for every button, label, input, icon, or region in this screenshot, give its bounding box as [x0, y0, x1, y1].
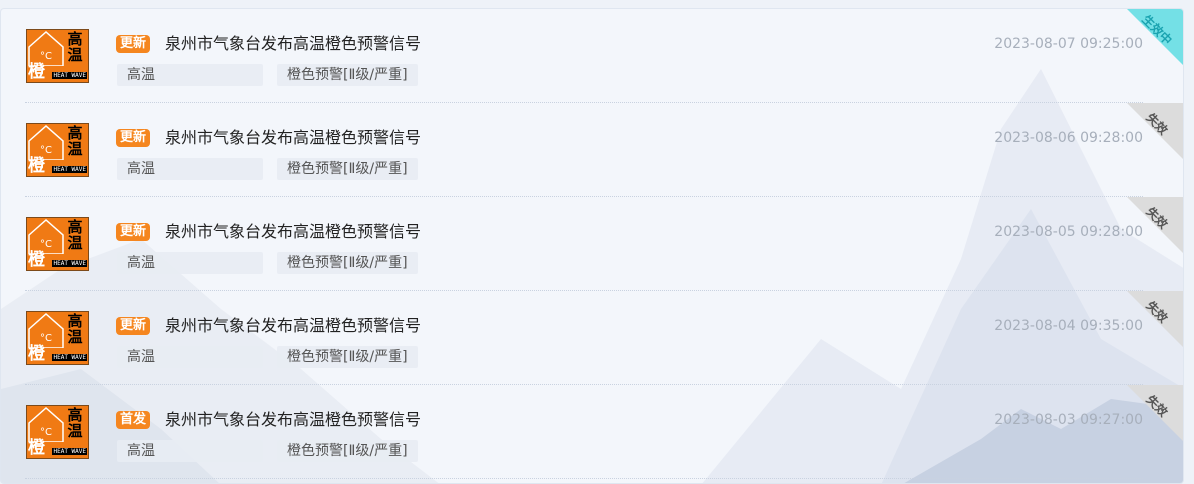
- thermometer-house-icon: °C: [28, 30, 64, 66]
- warning-level-text: 橙色预警[Ⅱ级/严重]: [277, 158, 418, 180]
- warning-level-label: 橙: [28, 62, 45, 82]
- warning-type-label: 高温: [67, 30, 83, 64]
- warning-list-item[interactable]: °C 高温 橙 HEAT WAVE 更新 泉州市气象台发布高温橙色预警信号 高温…: [25, 9, 1183, 103]
- warning-level-label: 橙: [28, 438, 45, 458]
- orange-heat-wave-warning-icon: °C 高温 橙 HEAT WAVE: [26, 123, 89, 177]
- status-badge: 更新: [116, 129, 151, 147]
- warning-type-label: 高温: [67, 406, 83, 440]
- svg-text:°C: °C: [40, 51, 52, 62]
- warning-list: °C 高温 橙 HEAT WAVE 更新 泉州市气象台发布高温橙色预警信号 高温…: [1, 9, 1183, 479]
- warning-time: 2023-08-05 09:28:00: [994, 224, 1143, 240]
- warning-type-label: 高温: [67, 312, 83, 346]
- warning-category: 高温: [117, 440, 263, 462]
- warning-title[interactable]: 泉州市气象台发布高温橙色预警信号: [165, 127, 421, 149]
- warning-english-label: HEAT WAVE: [52, 166, 87, 173]
- warning-list-item[interactable]: °C 高温 橙 HEAT WAVE 首发 泉州市气象台发布高温橙色预警信号 高温…: [25, 385, 1183, 479]
- warning-english-label: HEAT WAVE: [52, 260, 87, 267]
- status-badge: 更新: [116, 317, 151, 335]
- warning-time: 2023-08-06 09:28:00: [994, 130, 1143, 146]
- warning-title[interactable]: 泉州市气象台发布高温橙色预警信号: [165, 33, 421, 55]
- validity-ribbon: 失效: [1127, 385, 1183, 441]
- warning-english-label: HEAT WAVE: [52, 448, 87, 455]
- status-badge: 首发: [116, 411, 151, 429]
- warning-level-text: 橙色预警[Ⅱ级/严重]: [277, 440, 418, 462]
- validity-ribbon: 失效: [1127, 197, 1183, 253]
- warning-level-text: 橙色预警[Ⅱ级/严重]: [277, 346, 418, 368]
- validity-ribbon: 失效: [1127, 291, 1183, 347]
- warning-list-item[interactable]: °C 高温 橙 HEAT WAVE 更新 泉州市气象台发布高温橙色预警信号 高温…: [25, 291, 1183, 385]
- warning-type-label: 高温: [67, 124, 83, 158]
- svg-text:°C: °C: [40, 239, 52, 250]
- validity-ribbon: 失效: [1127, 103, 1183, 159]
- status-badge: 更新: [116, 35, 151, 53]
- warning-title[interactable]: 泉州市气象台发布高温橙色预警信号: [165, 409, 421, 431]
- warning-time: 2023-08-04 09:35:00: [994, 318, 1143, 334]
- warning-title[interactable]: 泉州市气象台发布高温橙色预警信号: [165, 315, 421, 337]
- svg-text:°C: °C: [40, 427, 52, 438]
- svg-text:°C: °C: [40, 145, 52, 156]
- status-badge: 更新: [116, 223, 151, 241]
- warning-category: 高温: [117, 252, 263, 274]
- warning-level-label: 橙: [28, 250, 45, 270]
- thermometer-house-icon: °C: [28, 406, 64, 442]
- warning-level-label: 橙: [28, 156, 45, 176]
- warning-category: 高温: [117, 158, 263, 180]
- warning-level-text: 橙色预警[Ⅱ级/严重]: [277, 252, 418, 274]
- orange-heat-wave-warning-icon: °C 高温 橙 HEAT WAVE: [26, 311, 89, 365]
- warning-category: 高温: [117, 346, 263, 368]
- svg-text:°C: °C: [40, 333, 52, 344]
- orange-heat-wave-warning-icon: °C 高温 橙 HEAT WAVE: [26, 217, 89, 271]
- warning-category: 高温: [117, 64, 263, 86]
- warning-list-item[interactable]: °C 高温 橙 HEAT WAVE 更新 泉州市气象台发布高温橙色预警信号 高温…: [25, 103, 1183, 197]
- warning-type-label: 高温: [67, 218, 83, 252]
- warning-list-item[interactable]: °C 高温 橙 HEAT WAVE 更新 泉州市气象台发布高温橙色预警信号 高温…: [25, 197, 1183, 291]
- thermometer-house-icon: °C: [28, 218, 64, 254]
- warning-title[interactable]: 泉州市气象台发布高温橙色预警信号: [165, 221, 421, 243]
- warning-list-panel: °C 高温 橙 HEAT WAVE 更新 泉州市气象台发布高温橙色预警信号 高温…: [0, 8, 1184, 484]
- warning-level-label: 橙: [28, 344, 45, 364]
- orange-heat-wave-warning-icon: °C 高温 橙 HEAT WAVE: [26, 405, 89, 459]
- thermometer-house-icon: °C: [28, 124, 64, 160]
- warning-time: 2023-08-07 09:25:00: [994, 36, 1143, 52]
- orange-heat-wave-warning-icon: °C 高温 橙 HEAT WAVE: [26, 29, 89, 83]
- warning-english-label: HEAT WAVE: [52, 72, 87, 79]
- thermometer-house-icon: °C: [28, 312, 64, 348]
- warning-level-text: 橙色预警[Ⅱ级/严重]: [277, 64, 418, 86]
- warning-time: 2023-08-03 09:27:00: [994, 412, 1143, 428]
- validity-ribbon: 生效中: [1127, 9, 1183, 65]
- warning-english-label: HEAT WAVE: [52, 354, 87, 361]
